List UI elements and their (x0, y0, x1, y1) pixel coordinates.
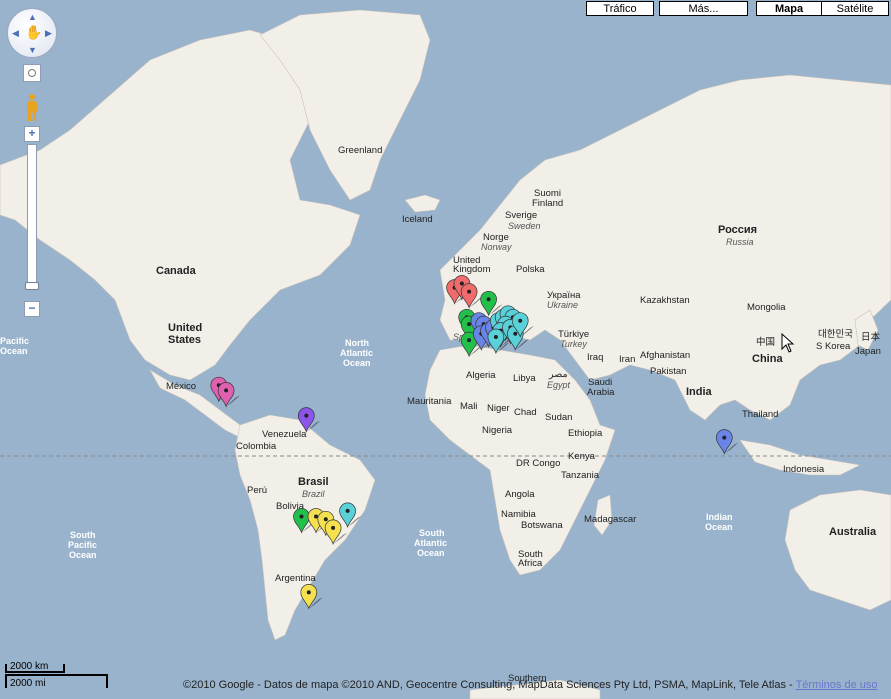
label-rossiya: Россия (718, 224, 757, 236)
label-botswana: Botswana (521, 520, 563, 531)
label-iran: Iran (619, 354, 635, 365)
label-india: India (686, 386, 713, 398)
label-indonesia: Indonesia (783, 464, 825, 475)
label-greenland: Greenland (338, 145, 382, 156)
label-japan: Japan (855, 346, 881, 357)
label-china-cn: 中国 (756, 336, 775, 348)
pan-down-icon[interactable]: ▼ (28, 45, 37, 55)
label-egypt-ar: مصر (548, 369, 568, 380)
map-type-map-button[interactable]: Mapa (756, 1, 822, 16)
pan-control[interactable]: ▲ ▼ ◀ ▶ ✋ (7, 8, 57, 58)
copyright-text: ©2010 Google - Datos de mapa ©2010 AND, … (183, 679, 878, 691)
label-s-korea: S Korea (816, 341, 851, 352)
label-brasil: Brasil (298, 476, 329, 488)
label-peru: Perú (247, 485, 267, 496)
label-china: China (752, 353, 783, 365)
traffic-button[interactable]: Tráfico (586, 1, 654, 16)
label-russia: Russia (726, 237, 754, 247)
label-ethiopia: Ethiopia (568, 428, 603, 439)
label-egypt: Egypt (547, 380, 571, 390)
zoom-slider-thumb[interactable] (25, 282, 39, 290)
label-tanzania: Tanzania (561, 470, 600, 481)
label-polska: Polska (516, 264, 545, 275)
label-argentina: Argentina (275, 573, 316, 584)
zoom-slider-track[interactable] (27, 144, 37, 284)
label-sverige: Sverige (505, 210, 537, 221)
label-mexico: México (166, 381, 196, 392)
terms-link[interactable]: Términos de uso (796, 679, 878, 691)
scale-mi: 2000 mi (10, 678, 46, 689)
label-south-pac-1: South (70, 530, 96, 540)
pan-left-icon[interactable]: ◀ (12, 28, 19, 39)
scale-divider (5, 674, 108, 676)
label-nigeria: Nigeria (482, 425, 513, 436)
label-drcongo: DR Congo (516, 458, 560, 469)
label-arabia: Arabia (587, 387, 615, 398)
label-sudan: Sudan (545, 412, 572, 423)
copyright-body: ©2010 Google - Datos de mapa ©2010 AND, … (183, 679, 796, 691)
label-canada: Canada (156, 265, 197, 277)
label-finland: Finland (532, 198, 563, 209)
scale-tick-right (106, 676, 108, 688)
label-libya: Libya (513, 373, 536, 384)
zoom-out-button[interactable]: − (24, 301, 40, 317)
label-kingdom: Kingdom (453, 264, 491, 275)
label-indian-2: Ocean (705, 522, 733, 532)
label-pacific-2: Ocean (0, 346, 28, 356)
label-south-pac-2: Pacific (68, 540, 97, 550)
label-kenya: Kenya (568, 451, 596, 462)
label-niger: Niger (487, 403, 510, 414)
hand-icon: ✋ (25, 24, 43, 40)
world-map[interactable]: Greenland Iceland Canada United States M… (0, 0, 891, 699)
label-mauritania: Mauritania (407, 396, 452, 407)
label-iceland: Iceland (402, 214, 433, 225)
label-indian-1: Indian (706, 512, 733, 522)
label-thailand: Thailand (742, 409, 778, 420)
label-venezuela: Venezuela (262, 429, 307, 440)
label-pakistan: Pakistan (650, 366, 686, 377)
label-norway: Norway (481, 242, 512, 252)
label-australia: Australia (829, 526, 877, 538)
label-algeria: Algeria (466, 370, 496, 381)
label-states: States (168, 334, 201, 346)
map-type-satellite-button[interactable]: Satélite (821, 1, 889, 16)
reset-view-button[interactable] (23, 64, 41, 82)
label-sweden: Sweden (508, 221, 541, 231)
scale-km-bar (5, 664, 65, 673)
label-namibia: Namibia (501, 509, 537, 520)
label-turkey: Turkey (560, 339, 587, 349)
more-button[interactable]: Más... (659, 1, 748, 16)
label-south-atl-3: Ocean (417, 548, 445, 558)
label-afghanistan: Afghanistan (640, 350, 690, 361)
label-south-atl-2: Atlantic (414, 538, 447, 548)
label-north-atl-1: North (345, 338, 369, 348)
label-united: United (168, 322, 202, 334)
label-pacific-1: Pacific (0, 336, 29, 346)
pegman-icon[interactable] (22, 92, 42, 122)
scale-tick-left (5, 674, 7, 688)
label-angola: Angola (505, 489, 535, 500)
zoom-in-button[interactable]: + (24, 126, 40, 142)
label-chad: Chad (514, 407, 537, 418)
label-iraq: Iraq (587, 352, 603, 363)
label-north-atl-3: Ocean (343, 358, 371, 368)
circle-icon (28, 69, 36, 77)
label-kazakhstan: Kazakhstan (640, 295, 690, 306)
cursor-icon (781, 333, 795, 353)
label-mongolia: Mongolia (747, 302, 786, 313)
label-south-africa-2: Africa (518, 558, 543, 569)
label-japan-jp: 日本 (861, 331, 881, 343)
label-north-atl-2: Atlantic (340, 348, 373, 358)
label-mali: Mali (460, 401, 477, 412)
label-brazil-it: Brazil (302, 489, 326, 499)
label-ukraine: Ukraine (547, 300, 578, 310)
pan-right-icon[interactable]: ▶ (45, 28, 52, 39)
pan-up-icon[interactable]: ▲ (28, 12, 37, 22)
label-colombia: Colombia (236, 441, 277, 452)
label-madagascar: Madagascar (584, 514, 636, 525)
label-south-pac-3: Ocean (69, 550, 97, 560)
label-korea-kr: 대한민국 (818, 329, 853, 340)
label-south-atl-1: South (419, 528, 445, 538)
